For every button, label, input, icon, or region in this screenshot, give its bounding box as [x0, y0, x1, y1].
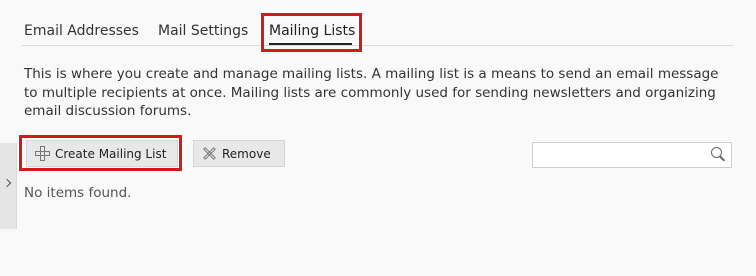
search-input[interactable]	[533, 143, 705, 167]
x-icon	[202, 146, 217, 161]
remove-button[interactable]: Remove	[193, 140, 285, 167]
tab-mail-settings[interactable]: Mail Settings	[158, 23, 248, 39]
search-icon[interactable]	[711, 147, 727, 163]
tab-bar: Email Addresses Mail Settings Mailing Li…	[0, 0, 733, 46]
search-box	[532, 142, 732, 168]
tab-bar-divider	[22, 45, 733, 46]
highlight-box-create-button	[19, 135, 182, 171]
page-description: This is where you create and manage mail…	[24, 66, 719, 119]
highlight-box-mailing-lists-tab	[261, 13, 362, 52]
sidebar-toggle[interactable]	[0, 143, 17, 229]
empty-list-message: No items found.	[24, 185, 132, 201]
remove-label: Remove	[222, 146, 271, 161]
chevron-right-icon	[2, 178, 12, 188]
tab-email-addresses[interactable]: Email Addresses	[24, 23, 139, 39]
